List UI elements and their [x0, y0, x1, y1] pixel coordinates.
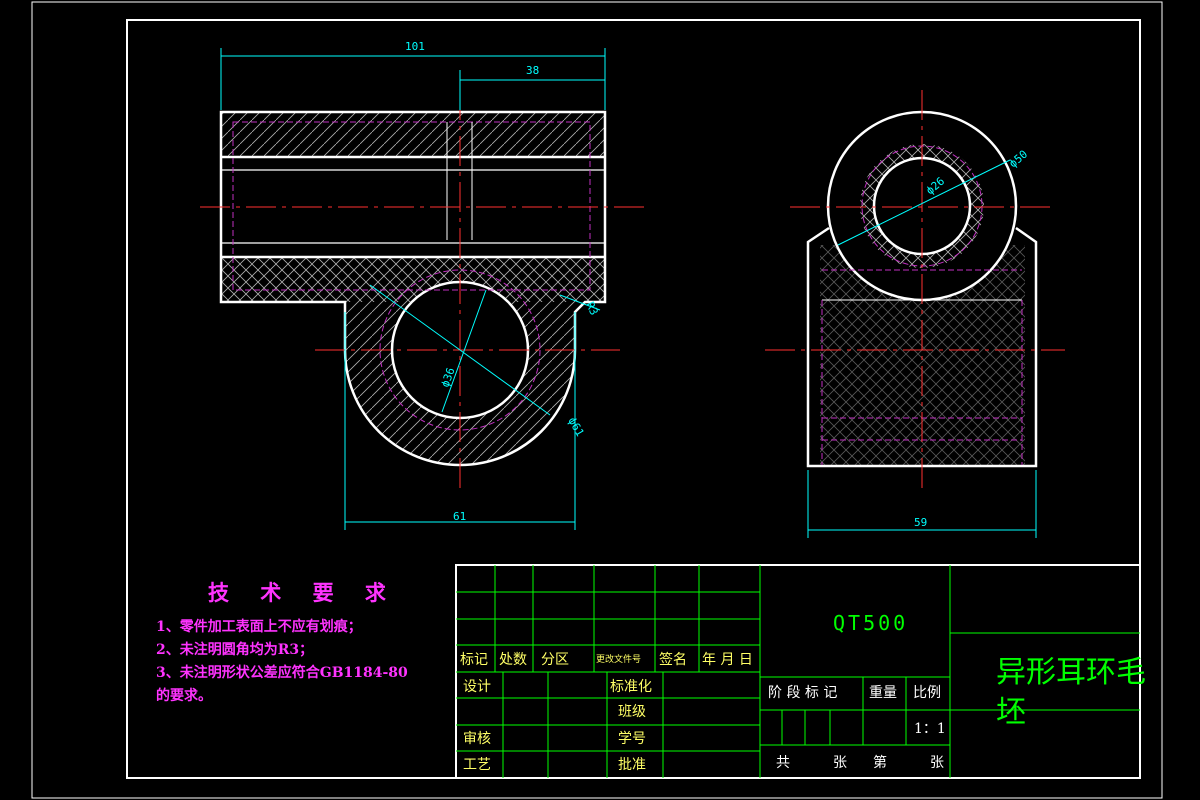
tech-req-item: 2、未注明圆角均为R3； [156, 641, 313, 658]
dim-side-outer: ϕ50 [1007, 148, 1031, 171]
dim-base-width: 61 [453, 510, 466, 523]
tech-req-heading: 技 术 要 求 [208, 580, 398, 605]
rev-header: 处数 [499, 652, 527, 668]
part-name-cont: 坯 [996, 695, 1026, 730]
material: QT500 [833, 611, 908, 635]
label-class: 班级 [618, 704, 646, 720]
tech-req-item: 的要求。 [156, 687, 212, 704]
title-block-text: QT500 异形耳环毛 坯 标记 处数 分区 更改文件号 签名 年 月 日 设计… [460, 611, 1146, 773]
rev-header: 签名 [659, 651, 687, 668]
label-weight: 重量 [869, 685, 897, 701]
tech-req-item: 3、未注明形状公差应符合GB1184-80 [156, 664, 408, 681]
label-stage-mark: 阶 段 标 记 [768, 685, 837, 701]
label-check: 审核 [463, 731, 491, 747]
technical-requirements: 技 术 要 求 1、零件加工表面上不应有划痕； 2、未注明圆角均为R3； 3、未… [156, 580, 408, 704]
label-sheets: 张 [833, 755, 847, 771]
scale-value: 1：1 [914, 721, 946, 737]
label-sheet: 张 [930, 755, 944, 771]
label-approve: 批准 [618, 757, 646, 773]
tech-req-item: 1、零件加工表面上不应有划痕； [156, 618, 362, 635]
dim-overall-length: 101 [405, 40, 425, 53]
part-name: 异形耳环毛 [996, 655, 1146, 690]
dim-hole-offset: 38 [526, 64, 539, 77]
rev-header: 更改文件号 [596, 653, 641, 665]
label-total: 共 [776, 755, 790, 771]
rev-header: 分区 [541, 652, 569, 668]
label-sheet-no: 第 [873, 754, 887, 771]
label-design: 设计 [463, 679, 491, 695]
label-scale: 比例 [913, 685, 941, 701]
cad-drawing: 101 38 61 ϕ36 ϕ61 R3 59 ϕ26 ϕ50 技 术 要 求 … [31, 1, 1163, 799]
label-standardize: 标准化 [610, 679, 652, 695]
rev-header: 标记 [460, 652, 488, 668]
label-process: 工艺 [463, 757, 491, 773]
dim-side-width: 59 [914, 516, 927, 529]
dim-outer-dia: ϕ61 [565, 415, 586, 439]
label-student-no: 学号 [618, 731, 646, 747]
rev-header: 年 月 日 [702, 652, 753, 668]
